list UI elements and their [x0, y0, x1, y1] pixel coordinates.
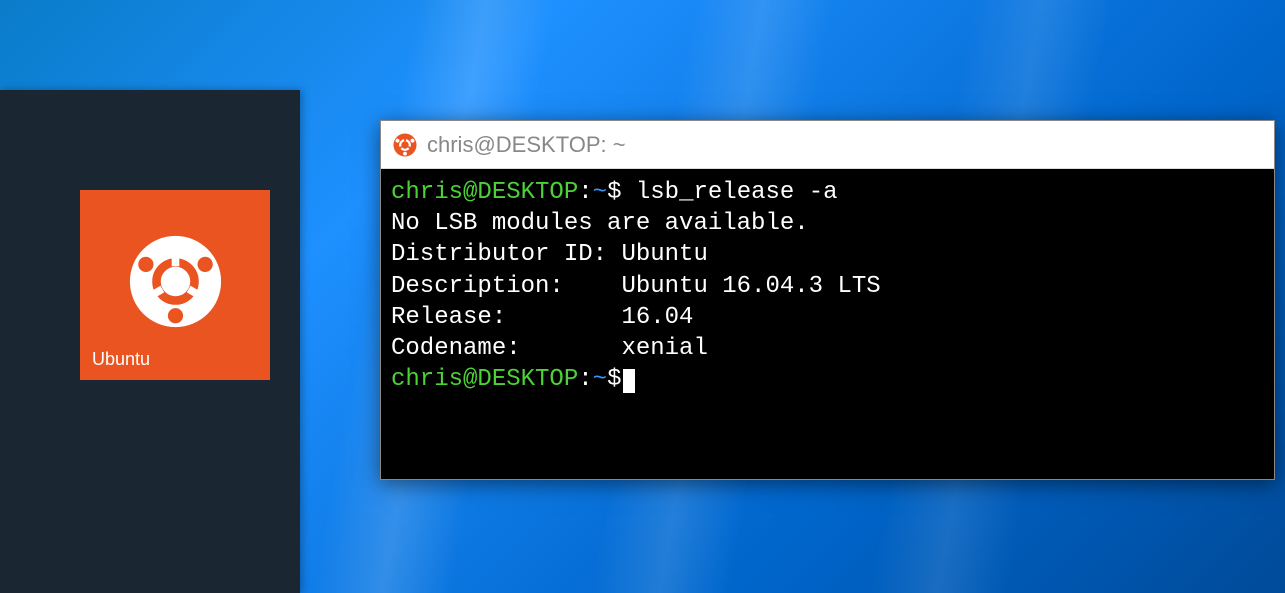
terminal-output-line: Distributor ID: Ubuntu: [391, 239, 1264, 270]
prompt-user: chris: [391, 366, 463, 393]
window-title: chris@DESKTOP: ~: [427, 132, 626, 158]
terminal-line-prompt: chris@DESKTOP:~$: [391, 364, 1264, 395]
terminal-line-command: chris@DESKTOP:~$ lsb_release -a: [391, 177, 1264, 208]
tile-label: Ubuntu: [92, 349, 150, 370]
prompt-symbol: $: [607, 366, 621, 393]
prompt-host: DESKTOP: [477, 179, 578, 206]
prompt-path: ~: [593, 366, 607, 393]
ubuntu-logo-icon: [393, 133, 417, 157]
prompt-colon: :: [578, 179, 592, 206]
command-typed: lsb_release -a: [636, 179, 838, 206]
prompt-symbol: $: [607, 179, 621, 206]
prompt-at: @: [463, 366, 477, 393]
ubuntu-app-tile[interactable]: Ubuntu: [80, 190, 270, 380]
prompt-path: ~: [593, 179, 607, 206]
terminal-output-line: No LSB modules are available.: [391, 208, 1264, 239]
prompt-at: @: [463, 179, 477, 206]
terminal-output-line: Description: Ubuntu 16.04.3 LTS: [391, 271, 1264, 302]
start-menu-panel: Ubuntu: [0, 90, 300, 593]
ubuntu-logo-icon: [128, 234, 223, 329]
prompt-colon: :: [578, 366, 592, 393]
terminal-output-line: Release: 16.04: [391, 302, 1264, 333]
prompt-user: chris: [391, 179, 463, 206]
terminal-output-line: Codename: xenial: [391, 333, 1264, 364]
cursor-icon: [623, 369, 635, 393]
terminal-body[interactable]: chris@DESKTOP:~$ lsb_release -a No LSB m…: [381, 169, 1274, 479]
command-text: [621, 179, 635, 206]
window-titlebar[interactable]: chris@DESKTOP: ~: [381, 121, 1274, 169]
terminal-window[interactable]: chris@DESKTOP: ~ chris@DESKTOP:~$ lsb_re…: [380, 120, 1275, 480]
prompt-host: DESKTOP: [477, 366, 578, 393]
